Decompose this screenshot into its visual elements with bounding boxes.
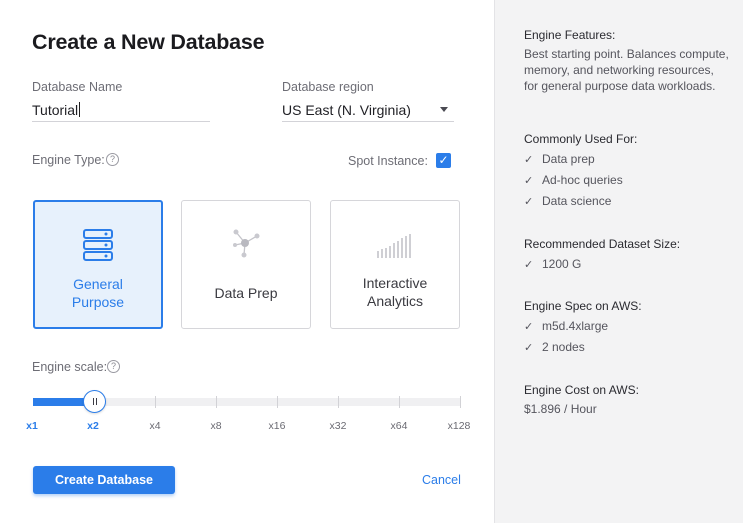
create-database-form: Create a New Database Database Name Tuto… [0,0,494,523]
scale-option-x8[interactable]: x8 [210,420,221,432]
card-label: Interactive [362,275,428,291]
scale-tick [399,396,400,408]
list-item: ✓ m5d.4xlarge [524,319,609,333]
scale-tick [216,396,217,408]
spot-instance-checkbox[interactable]: ✓ [436,153,451,168]
cancel-button[interactable]: Cancel [422,473,461,487]
scale-option-x128[interactable]: x128 [448,420,471,432]
engine-card-interactive-analytics[interactable]: Interactive Analytics [330,200,460,329]
list-item: ✓ 1200 G [524,257,582,271]
engine-features-text: Best starting point. Balances compute, m… [524,47,729,93]
database-name-input[interactable]: Tutorial [32,102,81,118]
engine-cost-heading: Engine Cost on AWS: [524,383,639,397]
scale-option-x2[interactable]: x2 [87,420,99,432]
database-name-value: Tutorial [32,102,79,118]
scale-tick [460,396,461,408]
used-for-heading: Commonly Used For: [524,132,638,146]
scale-option-x1[interactable]: x1 [26,420,38,432]
scale-tick [277,396,278,408]
scale-option-x64[interactable]: x64 [391,420,408,432]
check-icon: ✓ [524,321,534,333]
list-item: ✓ Data science [524,194,612,208]
card-label: Purpose [71,294,125,310]
scale-option-x32[interactable]: x32 [330,420,347,432]
help-icon[interactable]: ? [107,360,120,373]
list-item: ✓ Data prep [524,152,595,166]
scale-option-x16[interactable]: x16 [269,420,286,432]
engine-spec-heading: Engine Spec on AWS: [524,299,642,313]
create-database-button[interactable]: Create Database [33,466,175,494]
engine-type-label: Engine Type: [32,153,105,167]
network-nodes-icon [233,229,260,258]
scale-slider-handle[interactable] [83,390,106,413]
database-region-label: Database region [282,80,374,94]
database-region-value: US East (N. Virginia) [282,102,411,118]
check-icon: ✓ [524,154,534,166]
check-icon: ✓ [524,259,534,271]
page-title: Create a New Database [32,30,265,54]
check-icon: ✓ [524,196,534,208]
scale-tick [155,396,156,408]
text-cursor [79,102,81,117]
bar-chart-icon [377,234,411,258]
database-region-select[interactable]: US East (N. Virginia) [282,102,454,120]
check-icon: ✓ [524,342,534,354]
card-label: Analytics [366,293,424,309]
server-stack-icon [83,229,113,261]
database-name-label: Database Name [32,80,123,94]
dataset-size-heading: Recommended Dataset Size: [524,237,681,251]
spot-instance-label: Spot Instance: [348,154,428,168]
engine-card-data-prep[interactable]: Data Prep [181,200,311,329]
card-label: Data Prep [214,285,278,301]
engine-card-general-purpose[interactable]: General Purpose [33,200,163,329]
card-label: General [73,276,123,292]
chevron-down-icon[interactable] [440,107,448,112]
scale-option-x4[interactable]: x4 [149,420,160,432]
database-name-underline [32,121,210,122]
engine-cost-value: $1.896 / Hour [524,402,597,416]
list-item: ✓ 2 nodes [524,340,585,354]
check-icon: ✓ [524,175,534,187]
engine-scale-label: Engine scale: [32,360,108,374]
database-region-underline [282,121,454,122]
engine-features-heading: Engine Features: [524,28,616,42]
scale-tick [338,396,339,408]
help-icon[interactable]: ? [106,153,119,166]
list-item: ✓ Ad-hoc queries [524,173,623,187]
